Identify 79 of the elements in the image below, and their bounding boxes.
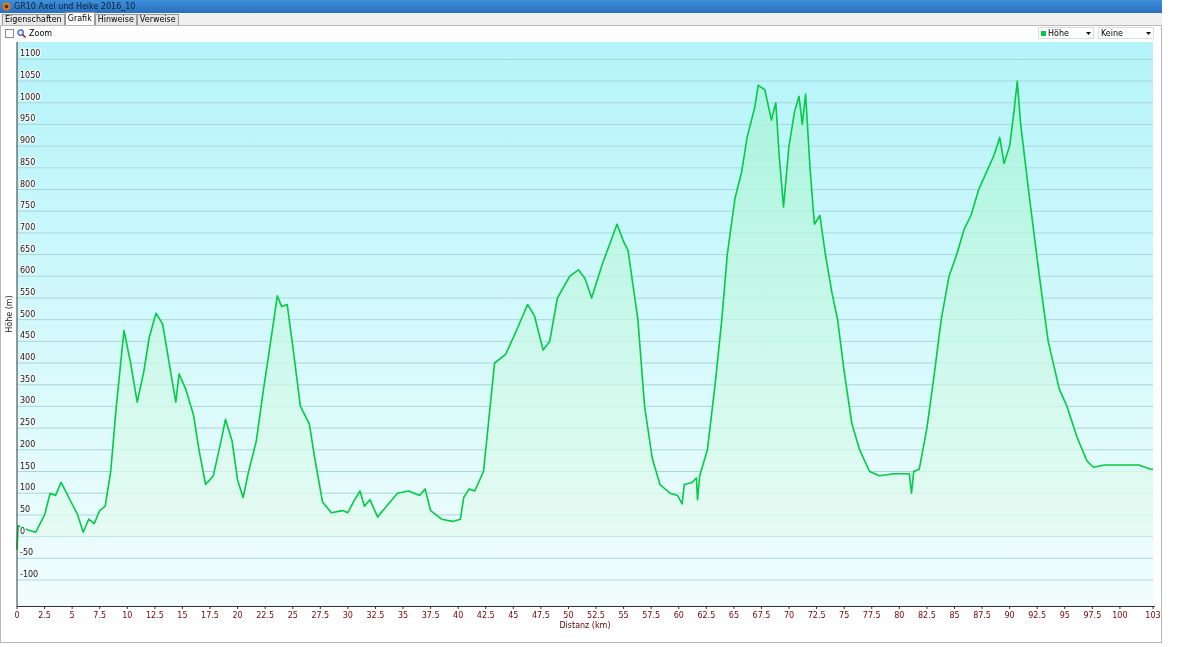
x-tick-label: 27.5 [311,611,330,620]
x-tick-label: 92.5 [1028,611,1047,620]
x-tick-label: 30 [342,611,353,620]
x-tick-label: 100 [1112,611,1128,620]
y-tick-label: 850 [20,157,36,167]
y-tick-label: 800 [20,179,36,189]
x-tick-label: 47.5 [532,611,550,620]
x-tick-label: 62.5 [697,611,716,620]
x-tick-label: 5 [69,611,75,620]
x-tick-label: 37.5 [421,611,440,620]
y-tick-label: 50 [20,504,31,514]
y-tick-label: 700 [20,222,36,232]
x-tick-label: 45 [508,611,519,620]
y-tick-label: -50 [20,548,34,558]
x-tick-label: 80 [894,611,905,620]
x-tick-label: 40 [453,611,464,620]
checkbox[interactable] [5,28,14,38]
y-tick-label: 950 [20,114,36,124]
x-tick-label: 2.5 [38,611,51,620]
x-tick-label: 97.5 [1083,611,1102,620]
y-tick-label: 100 [20,483,36,493]
y-tick-label: 250 [20,418,36,428]
y-tick-label: 150 [20,461,36,471]
x-tick-label: 52.5 [587,611,605,620]
x-tick-label: 67.5 [752,611,771,620]
x-tick-label: 35 [397,611,409,620]
x-tick-label: 20 [232,611,243,620]
caret-icon [1146,31,1151,35]
search-icon [17,28,26,38]
x-tick-label: 72.5 [807,611,826,620]
x-tick-label: 0 [14,611,20,620]
y-tick-label: 400 [20,353,36,363]
y-tick-label: 500 [20,309,36,319]
y-tick-label: 600 [20,266,36,276]
x-tick-label: 60 [673,611,684,620]
x-tick-label: 82.5 [918,611,936,620]
x-tick-label: 42.5 [476,611,495,620]
caret-icon [1086,31,1091,35]
y-tick-label: 650 [20,244,36,254]
x-tick-label: 17.5 [201,611,219,620]
y-tick-label: -100 [20,569,39,579]
zoom-label[interactable]: Zoom [29,28,53,38]
x-tick-label: 22.5 [256,611,275,620]
x-tick-label: 65 [728,611,739,620]
y-tick-label: 900 [20,136,36,146]
y-tick-label: 750 [20,201,36,211]
y-tick-label: 1100 [20,49,41,59]
x-tick-label: 55 [618,611,629,620]
x-tick-label: 57.5 [642,611,661,620]
x-tick-label: 10 [122,611,133,620]
y-tick-label: 300 [20,396,36,406]
x-tick-label: 90 [1004,611,1015,620]
x-tick-label: 12.5 [145,611,164,620]
app-icon [2,2,11,11]
y-tick-label: 550 [20,287,36,297]
tab[interactable]: Grafik [64,12,95,25]
dropdown[interactable]: Keine [1098,27,1154,39]
y-tick-label: 1050 [20,71,41,81]
y-tick-label: 0 [20,526,26,536]
window-title: GR10 Axel und Heike 2016_10 [14,2,136,11]
x-tick-label: 70 [783,611,795,620]
dropdown[interactable]: Höhe [1038,27,1094,39]
x-tick-label: 103 [1145,611,1161,620]
x-tick-label: 25 [287,611,298,620]
y-axis-label: Höhe (m) [5,295,14,333]
x-tick-label: 95 [1059,611,1070,620]
x-axis-label: Distanz (km) [559,621,611,630]
x-tick-label: 85 [949,611,960,620]
y-tick-label: 1000 [20,92,41,102]
x-tick-label: 75 [839,611,850,620]
x-tick-label: 15 [177,611,188,620]
x-tick-label: 7.5 [93,611,107,620]
y-tick-label: 200 [20,439,36,449]
x-tick-label: 50 [563,611,574,620]
y-tick-label: 350 [20,374,36,384]
x-tick-label: 77.5 [862,611,881,620]
x-tick-label: 87.5 [973,611,991,620]
x-tick-label: 32.5 [366,611,385,620]
y-tick-label: 450 [20,331,36,341]
